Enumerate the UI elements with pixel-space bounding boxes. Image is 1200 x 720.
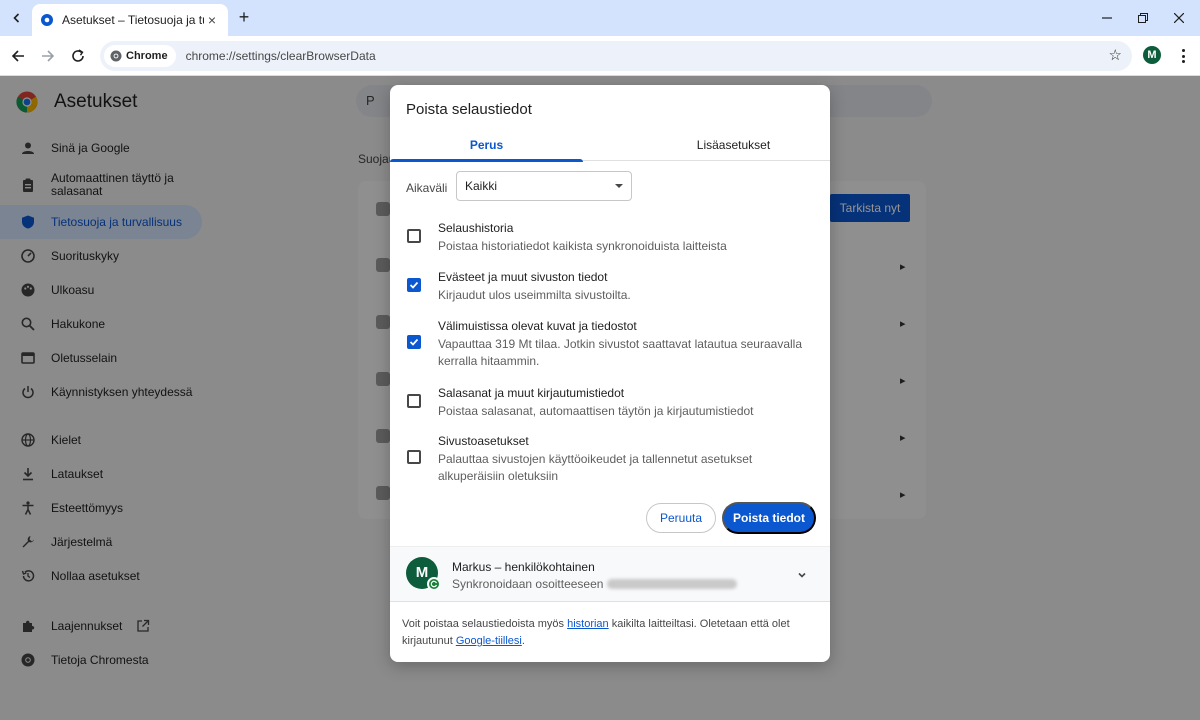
tab-advanced[interactable]: Lisäasetukset	[637, 129, 830, 161]
time-range-value: Kaikki	[465, 179, 498, 193]
option-description: Poistaa salasanat, automaattisen täytön …	[438, 404, 754, 418]
cached-images-checkbox[interactable]	[407, 335, 421, 349]
reload-icon[interactable]	[68, 46, 88, 66]
option-description: Poistaa historiatiedot kaikista synkrono…	[438, 239, 727, 253]
clear-browsing-data-dialog: Poista selaustiedot Perus Lisäasetukset …	[390, 85, 830, 662]
browser-toolbar: Chrome chrome://settings/clearBrowserDat…	[0, 36, 1200, 76]
profile-avatar[interactable]: M	[1143, 46, 1161, 64]
sync-text: Synkronoidaan osoitteeseen	[452, 577, 604, 591]
tab-strip: Asetukset – Tietosuoja ja turvallisuus ×…	[0, 0, 1200, 36]
account-sync-status: Synkronoidaan osoitteeseen	[452, 577, 738, 591]
restore-icon[interactable]	[1133, 8, 1153, 28]
dialog-tabs: Perus Lisäasetukset	[390, 129, 830, 162]
tab-basic[interactable]: Perus	[390, 129, 583, 162]
option-browsing-history: Selaushistoria Poistaa historiatiedot ka…	[406, 221, 816, 257]
option-cached-images: Välimuistissa olevat kuvat ja tiedostot …	[406, 319, 816, 371]
url-text: chrome://settings/clearBrowserData	[185, 49, 376, 63]
delete-data-button[interactable]: Poista tiedot	[722, 502, 816, 534]
option-description: Palauttaa sivustojen käyttöoikeudet ja t…	[438, 452, 753, 483]
tab-indicator	[390, 159, 583, 162]
new-tab-icon[interactable]: +	[234, 7, 254, 27]
cancel-button[interactable]: Peruuta	[646, 503, 716, 533]
option-title: Salasanat ja muut kirjautumistiedot	[438, 386, 625, 400]
passwords-checkbox[interactable]	[407, 394, 421, 408]
sync-badge-icon	[427, 577, 441, 591]
back-icon[interactable]	[8, 46, 28, 66]
time-range-label: Aikaväli	[406, 181, 448, 195]
option-site-settings: Sivustoasetukset Palauttaa sivustojen kä…	[406, 434, 816, 486]
dropdown-caret-icon	[615, 184, 623, 188]
chip-label: Chrome	[126, 50, 168, 62]
tab-search-back-icon[interactable]	[6, 7, 28, 29]
minimize-icon[interactable]	[1097, 8, 1117, 28]
bookmark-star-icon[interactable]: ☆	[1109, 46, 1122, 64]
browsing-history-checkbox[interactable]	[407, 229, 421, 243]
option-cookies: Evästeet ja muut sivuston tiedot Kirjaud…	[406, 270, 816, 306]
close-tab-icon[interactable]: ×	[204, 12, 220, 28]
tab-label: Perus	[469, 138, 504, 152]
menu-kebab-icon[interactable]	[1178, 46, 1188, 66]
option-title: Evästeet ja muut sivuston tiedot	[438, 270, 608, 284]
browser-tab[interactable]: Asetukset – Tietosuoja ja turvallisuus ×	[32, 4, 228, 36]
option-title: Selaushistoria	[438, 221, 514, 235]
address-bar[interactable]: Chrome chrome://settings/clearBrowserDat…	[100, 41, 1132, 71]
history-link[interactable]: historian	[567, 618, 609, 630]
option-passwords: Salasanat ja muut kirjautumistiedot Pois…	[406, 386, 816, 422]
close-window-icon[interactable]	[1169, 8, 1189, 28]
account-sync-row[interactable]: M Markus – henkilökohtainen Synkronoidaa…	[390, 546, 830, 602]
option-description: Vapauttaa 319 Mt tilaa. Jotkin sivustot …	[438, 337, 802, 368]
forward-icon[interactable]	[38, 46, 58, 66]
time-range-select[interactable]: Kaikki	[456, 171, 632, 201]
chevron-down-icon[interactable]	[796, 569, 808, 581]
dialog-title: Poista selaustiedot	[406, 101, 532, 118]
option-description: Kirjaudut ulos useimmilta sivustoilta.	[438, 288, 631, 302]
dialog-footer-note: Voit poistaa selaustiedoista myös histor…	[402, 618, 790, 647]
tab-title: Asetukset – Tietosuoja ja turvallisuus	[62, 13, 204, 27]
option-title: Välimuistissa olevat kuvat ja tiedostot	[438, 319, 637, 333]
account-name: Markus – henkilökohtainen	[452, 560, 595, 574]
chrome-logo-icon	[110, 50, 122, 62]
site-info-chip[interactable]: Chrome	[104, 45, 176, 67]
site-settings-checkbox[interactable]	[407, 450, 421, 464]
tab-label: Lisäasetukset	[696, 138, 771, 152]
google-account-link[interactable]: Google-tiillesi	[456, 635, 522, 647]
blurred-email	[607, 579, 738, 589]
settings-gear-icon	[40, 13, 54, 27]
cookies-checkbox[interactable]	[407, 278, 421, 292]
option-title: Sivustoasetukset	[438, 434, 529, 448]
